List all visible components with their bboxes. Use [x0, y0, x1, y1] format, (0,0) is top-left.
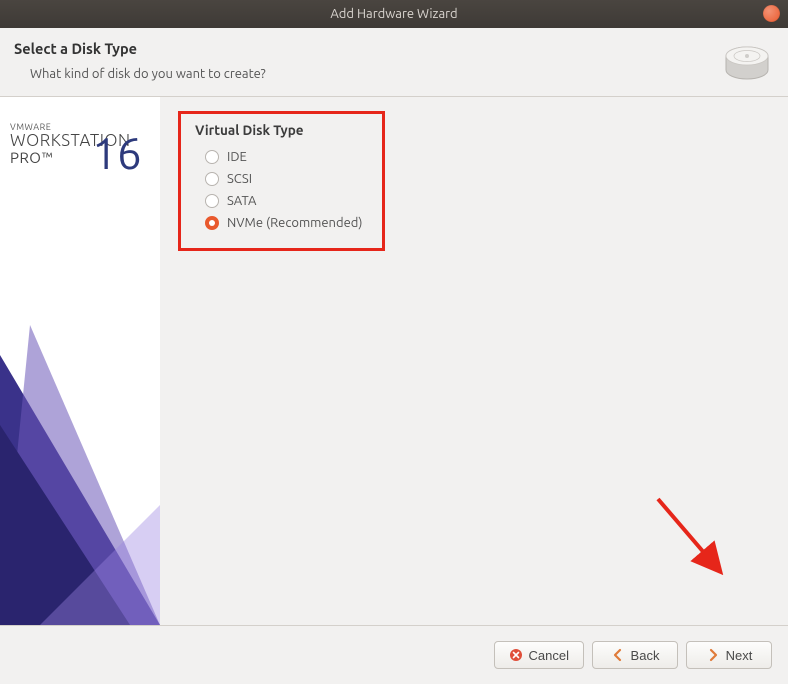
radio-icon [205, 194, 219, 208]
cancel-icon [509, 648, 523, 662]
radio-icon [205, 216, 219, 230]
radio-label: SCSI [227, 172, 252, 186]
radio-ide[interactable]: IDE [195, 146, 362, 168]
radio-label: SATA [227, 194, 257, 208]
chevron-right-icon [706, 648, 720, 662]
next-button[interactable]: Next [686, 641, 772, 669]
brand-version: 16 [92, 131, 142, 177]
harddisk-icon [724, 44, 770, 82]
page-subtitle: What kind of disk do you want to create? [14, 57, 724, 81]
wizard-header: Select a Disk Type What kind of disk do … [0, 28, 788, 97]
cancel-button[interactable]: Cancel [494, 641, 584, 669]
titlebar: Add Hardware Wizard [0, 0, 788, 28]
close-icon[interactable] [763, 5, 780, 22]
button-label: Back [631, 648, 660, 663]
button-label: Cancel [529, 648, 569, 663]
button-label: Next [726, 648, 753, 663]
wizard-body: VMWARE WORKSTATION PRO™ 16 Virtual Disk … [0, 97, 788, 625]
sidebar-decor [0, 265, 160, 625]
radio-label: NVMe (Recommended) [227, 216, 362, 230]
radio-icon [205, 172, 219, 186]
radio-nvme[interactable]: NVMe (Recommended) [195, 212, 362, 234]
virtual-disk-type-group: Virtual Disk Type IDE SCSI SATA NVMe (Re… [178, 111, 385, 251]
radio-sata[interactable]: SATA [195, 190, 362, 212]
group-title: Virtual Disk Type [195, 122, 362, 138]
wizard-main: Virtual Disk Type IDE SCSI SATA NVMe (Re… [160, 97, 788, 625]
sidebar-branding: VMWARE WORKSTATION PRO™ 16 [0, 97, 160, 625]
back-button[interactable]: Back [592, 641, 678, 669]
radio-icon [205, 150, 219, 164]
chevron-left-icon [611, 648, 625, 662]
page-title: Select a Disk Type [14, 40, 724, 57]
radio-label: IDE [227, 150, 247, 164]
radio-scsi[interactable]: SCSI [195, 168, 362, 190]
window-title: Add Hardware Wizard [330, 7, 457, 21]
wizard-footer: Cancel Back Next [0, 625, 788, 684]
